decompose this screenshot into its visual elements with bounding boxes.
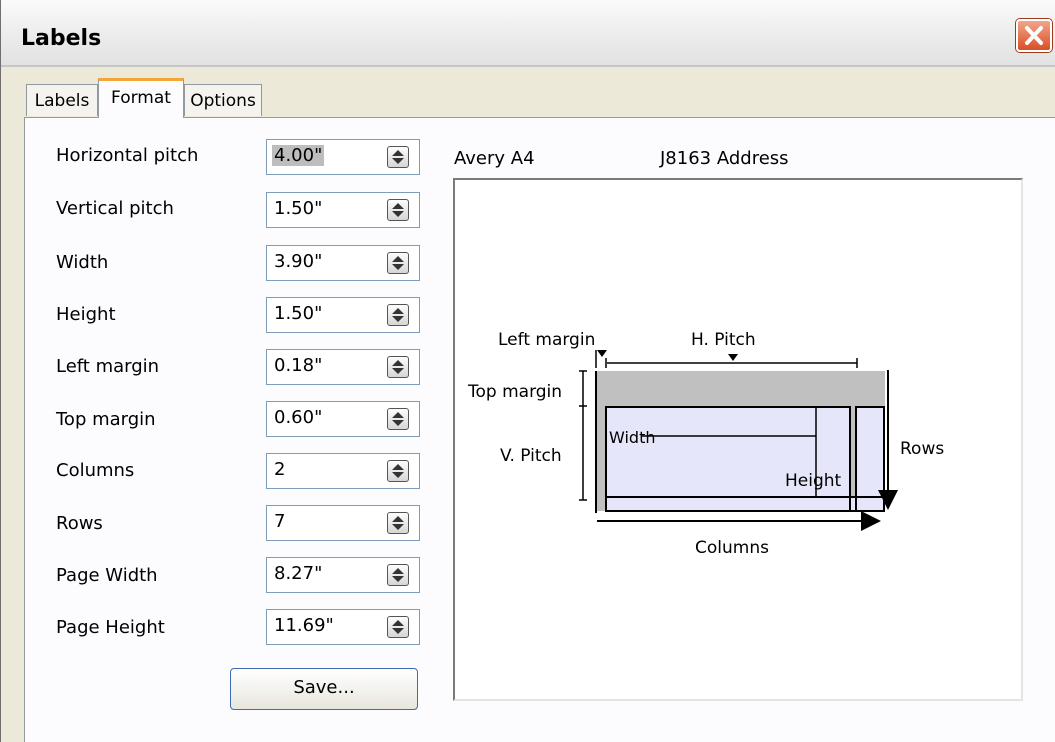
page-height-value[interactable]: 11.69": [274, 615, 334, 636]
diagram-columns-label: Columns: [695, 538, 769, 558]
vertical-pitch-label: Vertical pitch: [56, 198, 174, 219]
columns-value[interactable]: 2: [274, 459, 285, 480]
label-next-row: [605, 496, 885, 512]
diagram-left-margin-label: Left margin: [498, 330, 595, 350]
rows-spin[interactable]: [387, 512, 409, 534]
width-value[interactable]: 3.90": [274, 251, 322, 272]
top-margin-label: Top margin: [56, 409, 156, 430]
columns-spin[interactable]: [387, 460, 409, 482]
horizontal-pitch-label: Horizontal pitch: [56, 145, 198, 166]
diagram-v-pitch-label: V. Pitch: [500, 446, 562, 466]
columns-label-text: Columns: [56, 460, 135, 481]
spin-up-down-icon: [392, 360, 404, 374]
vertical-pitch-label-text: Vertical pitch: [56, 198, 174, 219]
rows-value[interactable]: 7: [274, 511, 285, 532]
diagram-h-pitch-label: H. Pitch: [691, 330, 756, 350]
page-width-field[interactable]: 8.27": [266, 557, 420, 593]
close-button[interactable]: [1016, 19, 1052, 52]
vertical-pitch-field[interactable]: 1.50": [266, 192, 420, 228]
page-width-label: Page Width: [56, 565, 158, 586]
vertical-pitch-spin[interactable]: [387, 199, 409, 221]
rows-label-text: Rows: [56, 513, 103, 534]
spin-up-down-icon: [392, 620, 404, 634]
page-height-spin[interactable]: [387, 616, 409, 638]
left-margin-label: Left margin: [56, 356, 159, 377]
page-width-label-text: Page Width: [56, 565, 158, 586]
diagram-width-label: Width: [609, 428, 655, 447]
height-field[interactable]: 1.50": [266, 297, 420, 333]
left-margin-value[interactable]: 0.18": [274, 355, 322, 376]
horizontal-pitch-spin[interactable]: [387, 146, 409, 168]
window-title: Labels: [21, 26, 102, 51]
label-layout-preview: Left margin H. Pitch Top margin V. Pitch…: [453, 178, 1023, 701]
left-margin-spin[interactable]: [387, 356, 409, 378]
rows-label: Rows: [56, 513, 103, 534]
rows-field[interactable]: 7: [266, 505, 420, 541]
save-button[interactable]: Save...: [230, 668, 418, 710]
width-label: Width: [56, 252, 108, 273]
page-height-field[interactable]: 11.69": [266, 609, 420, 645]
page-height-label: Page Height: [56, 617, 165, 638]
spin-up-down-icon: [392, 203, 404, 217]
spin-up-down-icon: [392, 412, 404, 426]
top-margin-field[interactable]: 0.60": [266, 401, 420, 437]
diagram-top-margin-label: Top margin: [467, 382, 562, 402]
spin-up-down-icon: [392, 464, 404, 478]
width-label-text: Width: [56, 252, 109, 273]
diagram-height-label: Height: [785, 471, 842, 491]
labels-dialog: Labels Labels Format Options Horizontal …: [0, 0, 1055, 742]
label-layout-diagram: Left margin H. Pitch Top margin V. Pitch…: [467, 330, 944, 558]
top-margin-value[interactable]: 0.60": [274, 407, 322, 428]
title-bar: Labels: [1, 0, 1055, 67]
tab-options[interactable]: Options: [184, 84, 262, 116]
label-brand: Avery A4: [454, 148, 535, 169]
height-label: Height: [56, 304, 116, 325]
spin-up-down-icon: [392, 308, 404, 322]
top-margin-label-text: Top margin: [56, 409, 156, 430]
horizontal-pitch-value[interactable]: 4.00": [272, 145, 325, 166]
height-value[interactable]: 1.50": [274, 303, 322, 324]
left-margin-label-text: Left margin: [56, 356, 160, 377]
top-margin-spin[interactable]: [387, 408, 409, 430]
spin-up-down-icon: [392, 568, 404, 582]
columns-field[interactable]: 2: [266, 453, 420, 489]
tab-labels[interactable]: Labels: [26, 84, 98, 116]
height-label-text: Height: [56, 304, 116, 325]
spin-up-down-icon: [392, 256, 404, 270]
spin-up-down-icon: [392, 150, 404, 164]
vertical-pitch-value[interactable]: 1.50": [274, 198, 322, 219]
close-icon: [1025, 26, 1043, 45]
spin-up-down-icon: [392, 516, 404, 530]
label-type: J8163 Address: [660, 148, 789, 169]
page-width-value[interactable]: 8.27": [274, 563, 322, 584]
width-field[interactable]: 3.90": [266, 245, 420, 281]
width-spin[interactable]: [387, 252, 409, 274]
page-height-label-text: Page Height: [56, 617, 165, 638]
page-width-spin[interactable]: [387, 564, 409, 586]
left-margin-field[interactable]: 0.18": [266, 349, 420, 385]
height-spin[interactable]: [387, 304, 409, 326]
columns-label: Columns: [56, 460, 134, 481]
label-cell-2: [855, 406, 885, 500]
diagram-rows-label: Rows: [900, 439, 944, 459]
horizontal-pitch-field[interactable]: 4.00": [266, 139, 420, 175]
horizontal-pitch-label-text: Horizontal pitch: [56, 145, 199, 166]
tab-format[interactable]: Format: [98, 78, 184, 118]
